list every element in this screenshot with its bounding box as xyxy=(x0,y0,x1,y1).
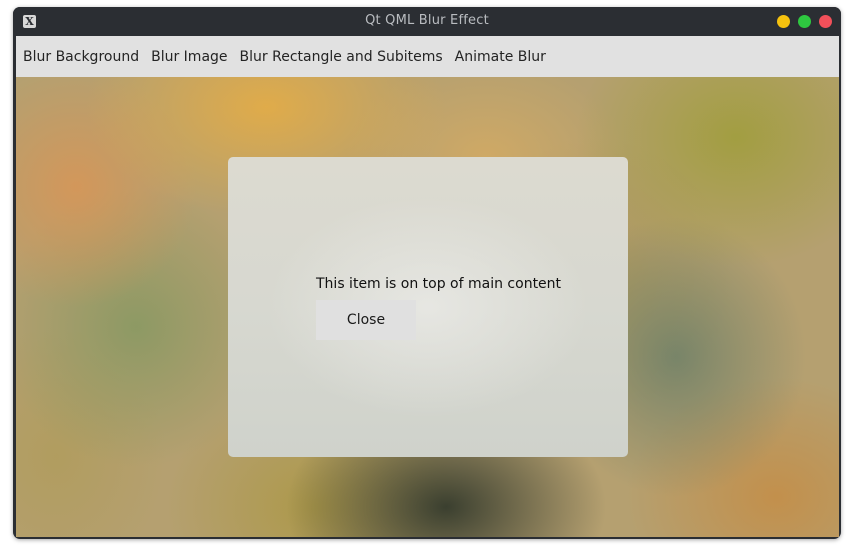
dialog-message: This item is on top of main content xyxy=(316,276,562,292)
close-window-button[interactable] xyxy=(819,15,832,28)
maximize-button[interactable] xyxy=(798,15,811,28)
menu-item-animate-blur[interactable]: Animate Blur xyxy=(455,49,546,65)
menu-item-blur-rectangle[interactable]: Blur Rectangle and Subitems xyxy=(240,49,443,65)
overlay-dialog: This item is on top of main content Clos… xyxy=(228,157,628,457)
close-button[interactable]: Close xyxy=(316,300,416,340)
menu-item-blur-image[interactable]: Blur Image xyxy=(151,49,227,65)
minimize-button[interactable] xyxy=(777,15,790,28)
menu-bar: Blur Background Blur Image Blur Rectangl… xyxy=(16,36,839,77)
window-title: Qt QML Blur Effect xyxy=(365,13,489,28)
blurred-background: This item is on top of main content Clos… xyxy=(16,77,839,537)
title-bar[interactable]: X Qt QML Blur Effect xyxy=(13,7,841,36)
app-window: X Qt QML Blur Effect Blur Background Blu… xyxy=(13,7,841,539)
menu-item-blur-background[interactable]: Blur Background xyxy=(23,49,139,65)
